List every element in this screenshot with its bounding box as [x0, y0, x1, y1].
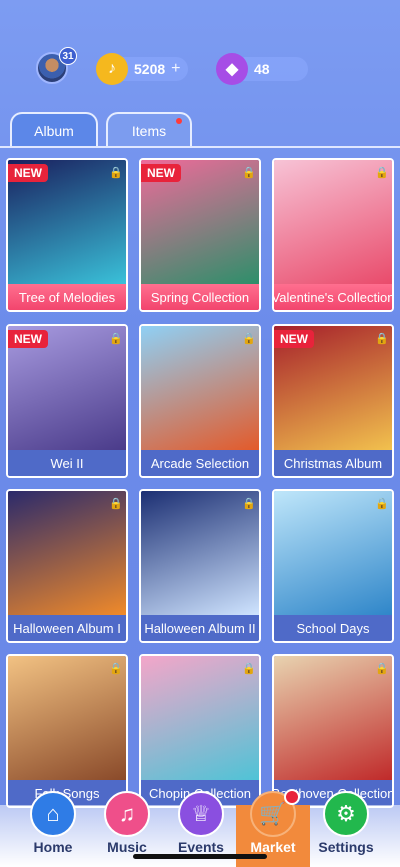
- gear-icon: ⚙: [323, 791, 369, 837]
- gem-value: 48: [254, 61, 270, 77]
- new-badge: NEW: [8, 164, 48, 182]
- diamond-icon: ◆: [216, 53, 248, 85]
- home-indicator: [133, 854, 267, 859]
- gem-counter[interactable]: ◆ 48: [216, 53, 308, 85]
- album-cover-art: [141, 491, 259, 615]
- album-title: Valentine's Collection: [274, 284, 392, 310]
- album-card[interactable]: NEW 🔒 Christmas Album: [272, 324, 394, 478]
- album-cover-art: [141, 656, 259, 780]
- nav-market-label: Market: [250, 839, 296, 855]
- album-card[interactable]: 🔒 Halloween Album I: [6, 489, 128, 643]
- album-cover-art: [274, 491, 392, 615]
- avatar-level-badge: 31: [59, 47, 77, 65]
- album-title: Halloween Album I: [8, 615, 126, 641]
- new-badge: NEW: [274, 330, 314, 348]
- nav-home[interactable]: ⌂ Home: [17, 791, 89, 867]
- album-title: Tree of Melodies: [8, 284, 126, 310]
- album-title: School Days: [274, 615, 392, 641]
- lock-icon: 🔒: [109, 497, 123, 510]
- coin-counter[interactable]: ♪ 5208 +: [96, 53, 188, 85]
- music-note-icon: ♫: [104, 791, 150, 837]
- lock-icon: 🔒: [109, 662, 123, 675]
- album-card[interactable]: 🔒 Arcade Selection: [139, 324, 261, 478]
- album-card[interactable]: 🔒 Halloween Album II: [139, 489, 261, 643]
- album-cover-art: [8, 491, 126, 615]
- tab-items-label: Items: [131, 123, 167, 139]
- album-card[interactable]: NEW 🔒 Tree of Melodies: [6, 158, 128, 312]
- album-cover-art: [274, 160, 392, 284]
- lock-icon: 🔒: [109, 166, 123, 179]
- lock-icon: 🔒: [375, 166, 389, 179]
- album-title: Christmas Album: [274, 450, 392, 476]
- notification-dot: [176, 118, 182, 124]
- new-badge: NEW: [8, 330, 48, 348]
- lock-icon: 🔒: [242, 166, 256, 179]
- lock-icon: 🔒: [375, 662, 389, 675]
- new-badge: NEW: [141, 164, 181, 182]
- nav-settings-label: Settings: [318, 839, 374, 855]
- album-title: Wei II: [8, 450, 126, 476]
- album-title: Arcade Selection: [141, 450, 259, 476]
- nav-home-label: Home: [33, 839, 73, 855]
- album-card[interactable]: 🔒 Beethoven Collection: [272, 654, 394, 808]
- album-card[interactable]: NEW 🔒 Spring Collection: [139, 158, 261, 312]
- album-card[interactable]: 🔒 School Days: [272, 489, 394, 643]
- lock-icon: 🔒: [375, 332, 389, 345]
- lock-icon: 🔒: [375, 497, 389, 510]
- album-title: Halloween Album II: [141, 615, 259, 641]
- lock-icon: 🔒: [242, 662, 256, 675]
- album-card[interactable]: NEW 🔒 Wei II: [6, 324, 128, 478]
- album-cover-art: [8, 656, 126, 780]
- album-cover-art: [274, 656, 392, 780]
- tab-items[interactable]: Items: [106, 112, 192, 148]
- tab-album-label: Album: [34, 123, 74, 139]
- album-title: Spring Collection: [141, 284, 259, 310]
- tab-bar: Album Items: [10, 112, 192, 148]
- nav-music-label: Music: [107, 839, 147, 855]
- album-card[interactable]: 🔒 Valentine's Collection: [272, 158, 394, 312]
- home-icon: ⌂: [30, 791, 76, 837]
- album-card[interactable]: 🔒 Chopin Collection: [139, 654, 261, 808]
- lock-icon: 🔒: [109, 332, 123, 345]
- nav-settings[interactable]: ⚙ Settings: [310, 791, 382, 867]
- top-bar: 31 ♪ 5208 + ◆ 48: [0, 47, 400, 86]
- coin-icon: ♪: [96, 53, 128, 85]
- album-card[interactable]: 🔒 Folk Songs: [6, 654, 128, 808]
- coin-value: 5208: [134, 61, 166, 77]
- album-cover-art: [141, 326, 259, 450]
- lock-icon: 🔒: [242, 332, 256, 345]
- trophy-icon: ♕: [178, 791, 224, 837]
- market-notification-dot: [284, 789, 300, 805]
- nav-events-label: Events: [178, 839, 224, 855]
- tab-album[interactable]: Album: [10, 112, 98, 148]
- add-coins-button[interactable]: +: [171, 60, 180, 78]
- tab-divider: [0, 146, 400, 148]
- lock-icon: 🔒: [242, 497, 256, 510]
